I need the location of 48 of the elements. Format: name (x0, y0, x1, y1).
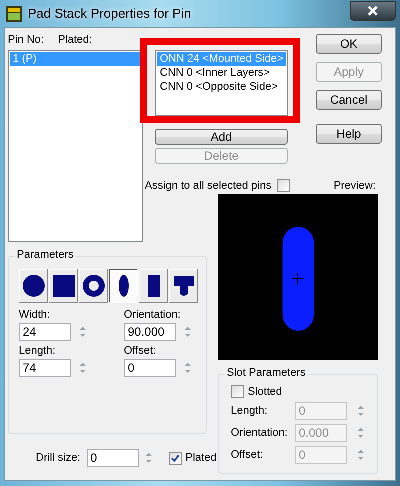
window-title: Pad Stack Properties for Pin (28, 6, 192, 21)
pad-shape-button[interactable] (109, 269, 138, 303)
group-title: Slot Parameters (225, 367, 308, 379)
dialog-button[interactable]: Cancel (316, 90, 382, 110)
drill-size-field[interactable]: 0 (86, 449, 139, 467)
spin-arrows-icon[interactable] (357, 426, 365, 440)
assign-label: Assign to all selected pins (145, 180, 272, 192)
slotted-checkbox[interactable] (231, 385, 244, 398)
spin-arrows-icon[interactable] (184, 325, 192, 339)
field-label: Offset: (231, 449, 264, 461)
slotted-label: Slotted (248, 386, 282, 398)
close-button[interactable] (350, 0, 396, 20)
spin-arrows-icon[interactable] (144, 451, 153, 465)
dialog-button[interactable]: OK (316, 34, 382, 54)
drill-size-label: Drill size: (36, 452, 81, 464)
list-button[interactable]: Add (155, 129, 288, 145)
column-header: Pin No: (8, 34, 44, 48)
app-logo-icon (6, 6, 22, 22)
number-field[interactable]: 0 (124, 359, 176, 377)
plated-checkbox[interactable] (168, 452, 182, 464)
square-pad-icon (52, 274, 76, 298)
preview-label: Preview: (334, 180, 376, 192)
number-field[interactable]: 74 (19, 359, 71, 377)
assign-checkbox[interactable] (276, 179, 290, 192)
field-label: Width: (19, 309, 50, 321)
round-pad-icon (22, 274, 46, 298)
group-title: Parameters (15, 249, 76, 261)
slot-size-list[interactable]: ONN 24 <Mounted Side> CNN 0 <Inner Layers> CNN 0 <Opposite Side> (155, 50, 288, 116)
spin-arrows-icon[interactable] (357, 404, 365, 418)
number-field[interactable]: 90.000 (124, 323, 176, 341)
field-label: Orientation: (231, 427, 289, 439)
spin-arrows-icon[interactable] (79, 325, 87, 339)
spin-arrows-icon[interactable] (357, 448, 365, 462)
number-field[interactable]: 24 (19, 323, 71, 341)
spin-arrows-icon[interactable] (79, 361, 87, 375)
field-label: Length: (19, 345, 56, 357)
close-icon (368, 6, 378, 16)
slot-size-item[interactable]: CNN 0 <Inner Layers> (157, 66, 286, 80)
field-label: Offset: (124, 345, 156, 357)
spin-arrows-icon[interactable] (184, 361, 192, 375)
field-label: Length: (231, 405, 269, 417)
plated-label: Plated (186, 452, 217, 464)
column-header: Plated: (58, 34, 92, 48)
dialog-button[interactable]: Help (316, 124, 382, 144)
slot-size-item[interactable]: CNN 0 <Opposite Side> (157, 80, 286, 94)
annular-pad-icon (82, 274, 106, 298)
field-label: Orientation: (124, 309, 181, 321)
custom-pad-icon (172, 274, 196, 298)
